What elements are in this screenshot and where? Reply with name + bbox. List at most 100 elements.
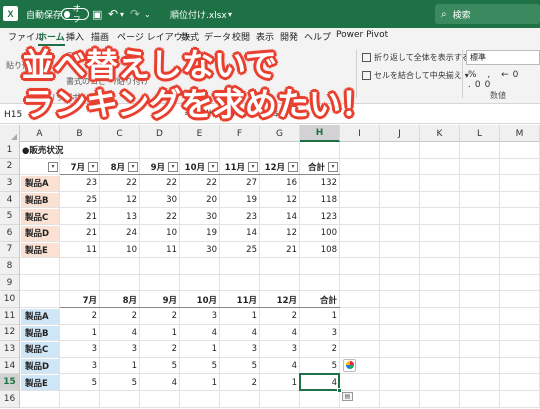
table2-value-cell[interactable]: 4 <box>100 325 140 342</box>
table1-value-cell[interactable]: 13 <box>100 208 140 225</box>
column-header-j[interactable]: J <box>380 125 420 142</box>
column-header-e[interactable]: E <box>180 125 220 142</box>
table1-value-cell[interactable]: 11 <box>60 242 100 259</box>
table2-value-cell[interactable]: 3 <box>260 341 300 358</box>
column-header-m[interactable]: M <box>500 125 540 142</box>
table1-header-3[interactable]: 9月 <box>140 159 168 176</box>
column-header-c[interactable]: C <box>100 125 140 142</box>
table2-header-7[interactable]: 合計 <box>300 291 340 308</box>
row-header-16[interactable]: 16 <box>0 391 20 408</box>
filter-dropdown-icon[interactable]: ▾ <box>88 161 98 172</box>
table2-value-cell[interactable]: 5 <box>100 374 140 391</box>
table2-value-cell[interactable]: 4 <box>260 358 300 375</box>
tab-data[interactable]: データ <box>204 30 231 43</box>
column-header-d[interactable]: D <box>140 125 180 142</box>
row-header-10[interactable]: 10 <box>0 291 20 308</box>
tab-review[interactable]: 校閲 <box>232 30 250 43</box>
table1-value-cell[interactable]: 10 <box>140 225 180 242</box>
table1-value-cell[interactable]: 14 <box>260 208 300 225</box>
column-header-g[interactable]: G <box>260 125 300 142</box>
table1-value-cell[interactable]: 25 <box>60 192 100 209</box>
table2-value-cell[interactable]: 3 <box>100 341 140 358</box>
table1-header-5[interactable]: 11月 <box>220 159 248 176</box>
table1-value-cell[interactable]: 23 <box>60 175 100 192</box>
table1-value-cell[interactable]: 21 <box>60 225 100 242</box>
autofill-options-icon[interactable]: ▤ <box>342 392 353 401</box>
table2-value-cell[interactable]: 4 <box>260 325 300 342</box>
table1-value-cell[interactable]: 27 <box>220 175 260 192</box>
table2-header-4[interactable]: 10月 <box>180 291 220 308</box>
tab-formulas[interactable]: 数式 <box>181 30 199 43</box>
table2-row-name[interactable]: 製品E <box>21 375 59 390</box>
table1-value-cell[interactable]: 24 <box>100 225 140 242</box>
filter-dropdown-icon[interactable]: ▾ <box>288 161 298 172</box>
column-header-h[interactable]: H <box>300 125 340 142</box>
table2-header-5[interactable]: 11月 <box>220 291 260 308</box>
table2-value-cell[interactable]: 3 <box>180 308 220 325</box>
table2-value-cell[interactable]: 1 <box>60 325 100 342</box>
customize-toolbar-icon[interactable]: ⌄ <box>144 0 151 28</box>
row-header-6[interactable]: 6 <box>0 225 20 242</box>
table1-value-cell[interactable]: 12 <box>260 192 300 209</box>
table1-value-cell[interactable]: 11 <box>140 242 180 259</box>
table2-row-name[interactable]: 製品D <box>21 358 59 374</box>
column-header-f[interactable]: F <box>220 125 260 142</box>
table1-value-cell[interactable]: 22 <box>100 175 140 192</box>
table2-value-cell[interactable]: 4 <box>220 325 260 342</box>
table2-value-cell[interactable]: 5 <box>300 358 340 375</box>
table1-value-cell[interactable]: 22 <box>140 175 180 192</box>
sheet-title[interactable]: ●販売状況 <box>20 142 140 159</box>
tab-home[interactable]: ホーム <box>38 30 65 46</box>
autosave-toggle[interactable]: オフ <box>58 0 89 28</box>
table1-value-cell[interactable]: 10 <box>100 242 140 259</box>
table2-value-cell[interactable]: 3 <box>220 341 260 358</box>
table1-value-cell[interactable]: 118 <box>300 192 340 209</box>
filter-dropdown-icon[interactable]: ▾ <box>128 161 138 172</box>
row-header-9[interactable]: 9 <box>0 274 20 292</box>
row-header-8[interactable]: 8 <box>0 258 20 275</box>
number-format-buttons[interactable]: % , ←0 .00 <box>468 70 540 90</box>
row-header-1[interactable]: 1 <box>0 142 20 159</box>
redo-icon[interactable]: ↷ <box>130 0 140 28</box>
tab-help[interactable]: ヘルプ <box>304 30 331 43</box>
table2-value-cell[interactable]: 4 <box>180 325 220 342</box>
table2-value-cell[interactable]: 1 <box>220 308 260 325</box>
row-header-2[interactable]: 2 <box>0 158 20 176</box>
tab-developer[interactable]: 開発 <box>280 30 298 43</box>
table1-header-4[interactable]: 10月 <box>180 159 208 176</box>
table1-value-cell[interactable]: 30 <box>180 208 220 225</box>
tab-insert[interactable]: 挿入 <box>66 30 84 43</box>
table1-value-cell[interactable]: 21 <box>260 242 300 259</box>
tab-draw[interactable]: 描画 <box>91 30 109 43</box>
table2-value-cell[interactable]: 2 <box>60 308 100 325</box>
table1-header-6[interactable]: 12月 <box>260 159 288 176</box>
table1-value-cell[interactable]: 12 <box>100 192 140 209</box>
filter-dropdown-icon[interactable]: ▾ <box>328 161 338 172</box>
table2-value-cell[interactable]: 1 <box>140 325 180 342</box>
table2-value-cell[interactable]: 2 <box>300 341 340 358</box>
column-header-a[interactable]: A <box>20 125 60 142</box>
table2-value-cell[interactable]: 3 <box>60 341 100 358</box>
table1-value-cell[interactable]: 30 <box>180 242 220 259</box>
row-header-3[interactable]: 3 <box>0 175 20 192</box>
table2-value-cell[interactable]: 5 <box>140 358 180 375</box>
table1-header-2[interactable]: 8月 <box>100 159 128 176</box>
table1-value-cell[interactable]: 25 <box>220 242 260 259</box>
row-header-11[interactable]: 11 <box>0 308 20 325</box>
worksheet-grid[interactable]: A B C D E F G H I J K L M 1 2 3 4 5 6 7 8 9 10 11 12 13 14 15 16 ●販売状… <box>0 125 540 409</box>
table2-value-cell[interactable]: 2 <box>100 308 140 325</box>
table1-value-cell[interactable]: 19 <box>180 225 220 242</box>
table1-value-cell[interactable]: 21 <box>60 208 100 225</box>
row-header-7[interactable]: 7 <box>0 241 20 259</box>
table1-value-cell[interactable]: 22 <box>180 175 220 192</box>
table2-header-6[interactable]: 12月 <box>260 291 300 308</box>
search-box[interactable]: ⌕ 検索 <box>435 4 540 24</box>
table1-value-cell[interactable]: 23 <box>220 208 260 225</box>
excel-icon[interactable]: X <box>3 6 18 21</box>
table1-value-cell[interactable]: 19 <box>220 192 260 209</box>
tab-view[interactable]: 表示 <box>256 30 274 43</box>
filter-dropdown-icon[interactable]: ▾ <box>208 161 218 172</box>
table2-value-cell[interactable]: 3 <box>300 325 340 342</box>
undo-icon[interactable]: ↶ <box>108 0 118 28</box>
row-header-5[interactable]: 5 <box>0 208 20 225</box>
